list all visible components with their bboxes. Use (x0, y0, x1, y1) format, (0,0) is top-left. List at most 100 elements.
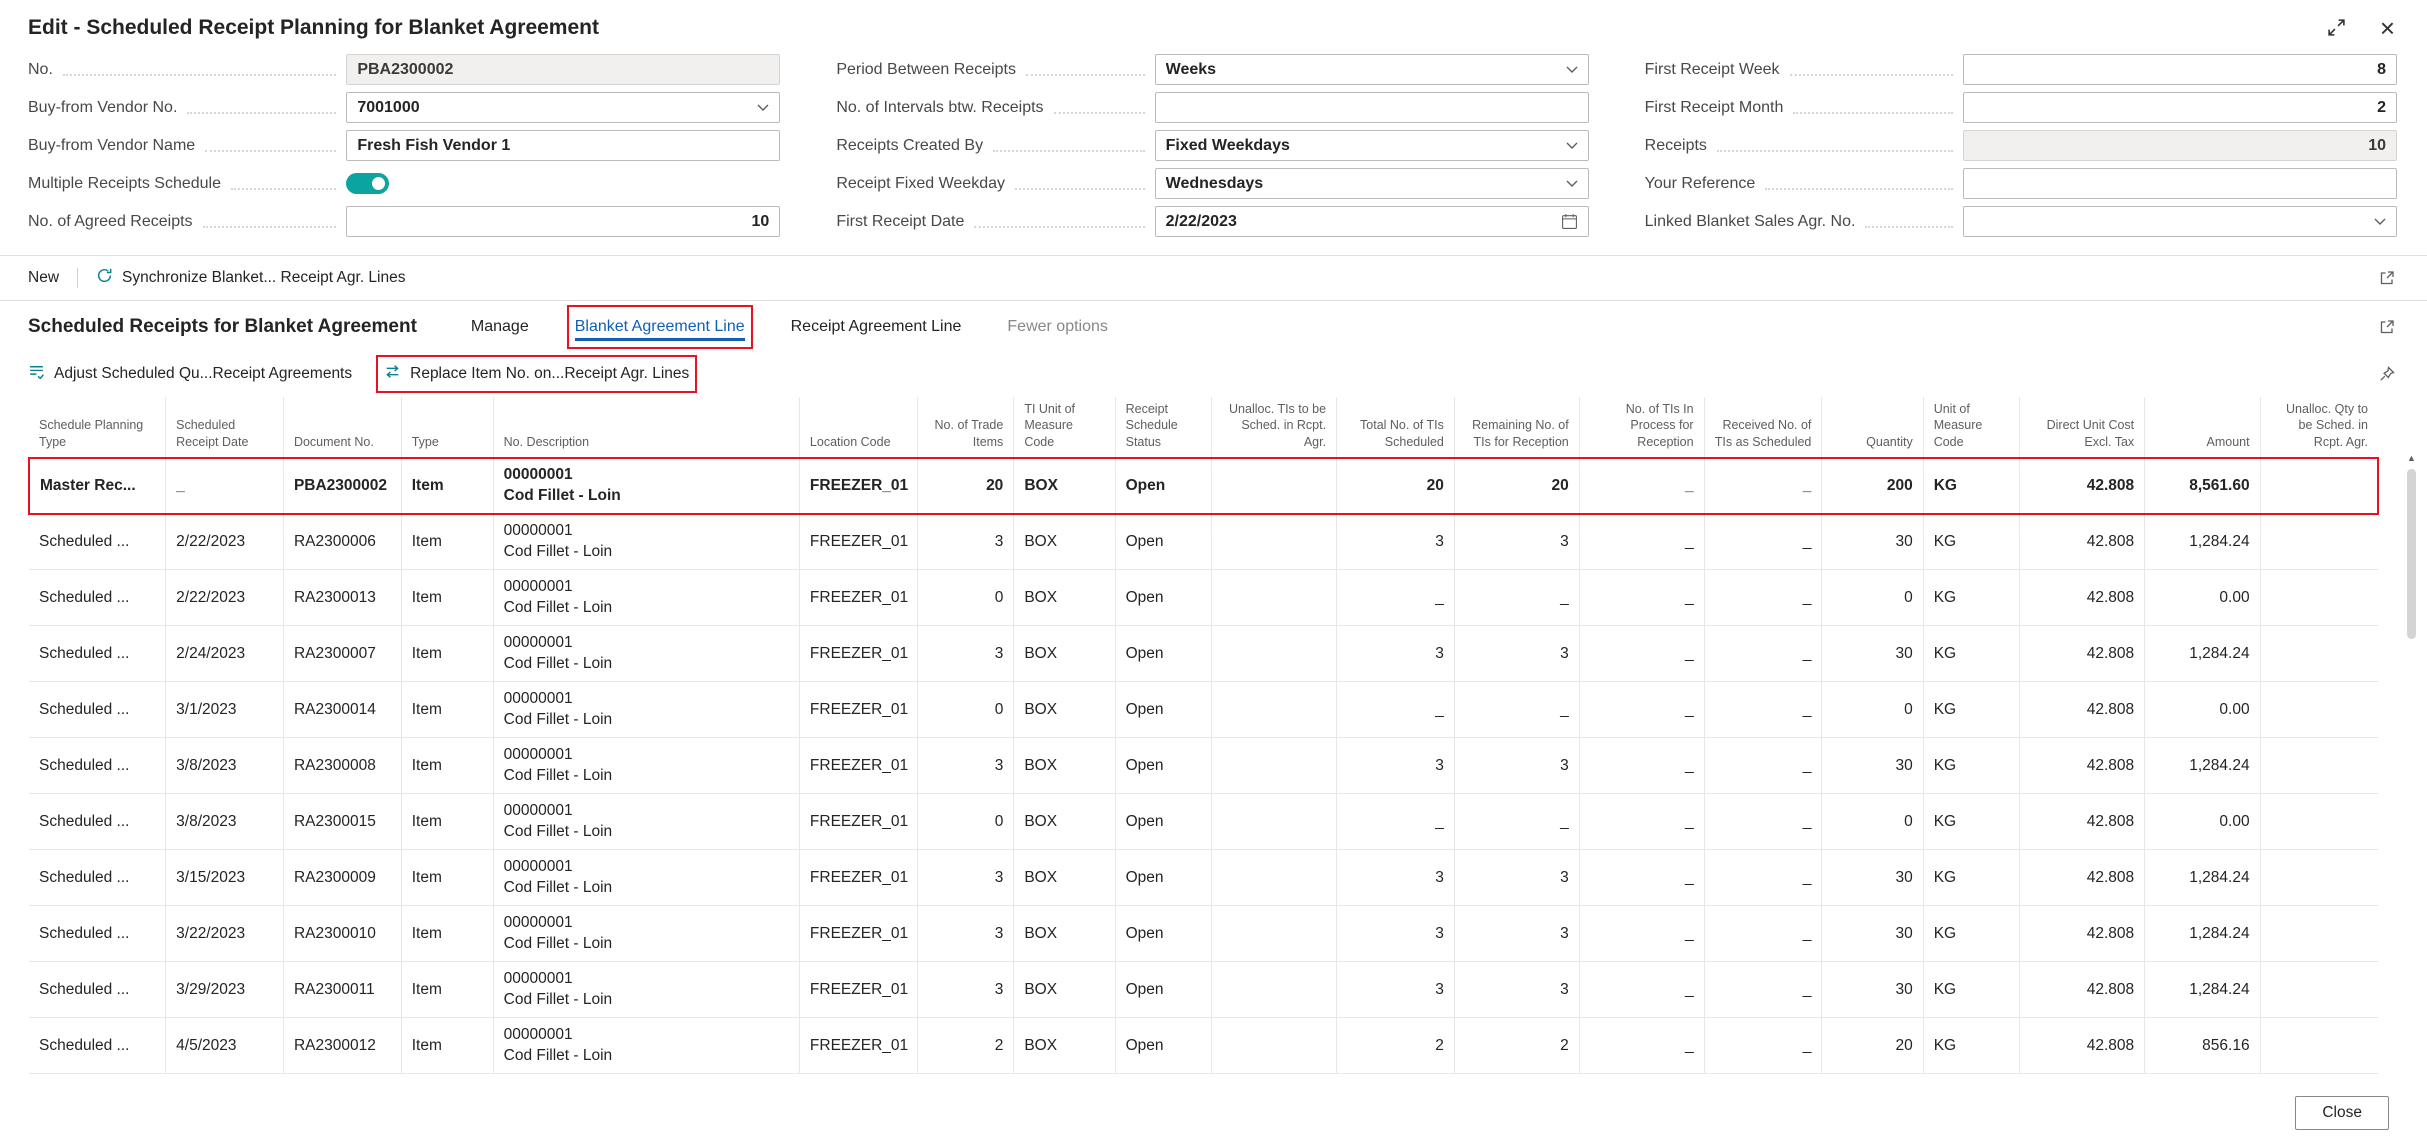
vertical-scrollbar[interactable]: ▲ (2404, 451, 2419, 1070)
table-cell[interactable]: Item (401, 1018, 493, 1074)
table-cell[interactable]: Item (401, 738, 493, 794)
table-cell[interactable]: _ (1454, 682, 1579, 738)
table-cell[interactable]: BOX (1014, 850, 1115, 906)
table-cell[interactable]: RA2300009 (283, 850, 401, 906)
first-receipt-week-input[interactable]: 8 (1963, 54, 2397, 85)
table-cell[interactable]: BOX (1014, 570, 1115, 626)
table-cell[interactable]: 00000001Cod Fillet - Loin (493, 514, 799, 570)
table-cell[interactable]: Scheduled ... (29, 738, 166, 794)
table-cell[interactable] (2260, 794, 2378, 850)
column-header[interactable]: Total No. of TIs Scheduled (1337, 397, 1455, 458)
period-between-receipts-combobox[interactable]: Weeks (1155, 54, 1589, 85)
table-cell[interactable]: _ (1704, 626, 1822, 682)
table-cell[interactable]: Item (401, 514, 493, 570)
table-cell[interactable]: 30 (1822, 626, 1923, 682)
table-cell[interactable]: FREEZER_01 (799, 458, 917, 514)
table-cell[interactable] (1212, 570, 1337, 626)
column-header[interactable]: Receipt Schedule Status (1115, 397, 1212, 458)
table-cell[interactable]: 1,284.24 (2145, 850, 2260, 906)
table-cell[interactable]: 3 (917, 738, 1014, 794)
table-cell[interactable]: _ (1704, 682, 1822, 738)
table-cell[interactable]: Open (1115, 850, 1212, 906)
table-cell[interactable]: 20 (1822, 1018, 1923, 1074)
table-cell[interactable]: 2 (1337, 1018, 1455, 1074)
table-cell[interactable]: _ (1337, 570, 1455, 626)
table-cell[interactable] (2260, 682, 2378, 738)
table-cell[interactable]: _ (1579, 626, 1704, 682)
table-cell[interactable]: KG (1923, 738, 2020, 794)
new-button[interactable]: New (28, 269, 59, 287)
table-cell[interactable]: 3/22/2023 (166, 906, 284, 962)
table-cell[interactable]: 20 (1337, 458, 1455, 514)
column-header[interactable]: Document No. (283, 397, 401, 458)
table-cell[interactable]: 00000001Cod Fillet - Loin (493, 850, 799, 906)
first-receipt-month-input[interactable]: 2 (1963, 92, 2397, 123)
table-cell[interactable]: 3 (917, 906, 1014, 962)
table-cell[interactable]: Open (1115, 458, 1212, 514)
table-cell[interactable]: FREEZER_01 (799, 962, 917, 1018)
table-cell[interactable]: _ (1704, 1018, 1822, 1074)
table-cell[interactable]: Open (1115, 1018, 1212, 1074)
table-cell[interactable]: Master Rec... (29, 458, 166, 514)
table-cell[interactable]: 00000001Cod Fillet - Loin (493, 626, 799, 682)
table-row[interactable]: Scheduled ...3/15/2023RA2300009Item00000… (29, 850, 2378, 906)
table-cell[interactable]: 42.808 (2020, 1018, 2145, 1074)
table-cell[interactable]: 42.808 (2020, 738, 2145, 794)
table-cell[interactable]: 42.808 (2020, 682, 2145, 738)
table-cell[interactable]: 00000001Cod Fillet - Loin (493, 458, 799, 514)
column-header[interactable]: Remaining No. of TIs for Reception (1454, 397, 1579, 458)
table-cell[interactable]: 42.808 (2020, 570, 2145, 626)
table-cell[interactable]: BOX (1014, 458, 1115, 514)
table-row[interactable]: Scheduled ...4/5/2023RA2300012Item000000… (29, 1018, 2378, 1074)
table-cell[interactable]: RA2300008 (283, 738, 401, 794)
table-cell[interactable]: Item (401, 794, 493, 850)
table-cell[interactable]: 0 (917, 570, 1014, 626)
table-cell[interactable]: 3 (1337, 962, 1455, 1018)
table-cell[interactable]: Scheduled ... (29, 850, 166, 906)
table-cell[interactable] (1212, 458, 1337, 514)
table-cell[interactable]: FREEZER_01 (799, 626, 917, 682)
chevron-down-icon[interactable] (757, 104, 769, 111)
table-cell[interactable] (1212, 1018, 1337, 1074)
table-cell[interactable]: BOX (1014, 738, 1115, 794)
chevron-down-icon[interactable] (1566, 142, 1578, 149)
table-cell[interactable]: KG (1923, 906, 2020, 962)
table-cell[interactable] (2260, 906, 2378, 962)
table-cell[interactable]: Item (401, 682, 493, 738)
table-cell[interactable]: FREEZER_01 (799, 570, 917, 626)
linked-blanket-sales-agr-combobox[interactable] (1963, 206, 2397, 237)
table-cell[interactable]: 3 (1337, 906, 1455, 962)
table-cell[interactable] (2260, 1018, 2378, 1074)
table-cell[interactable]: _ (1579, 738, 1704, 794)
table-row[interactable]: Scheduled ...3/8/2023RA2300015Item000000… (29, 794, 2378, 850)
table-cell[interactable]: 3 (917, 962, 1014, 1018)
table-cell[interactable]: Open (1115, 962, 1212, 1018)
table-cell[interactable]: KG (1923, 514, 2020, 570)
table-cell[interactable]: 3 (1337, 738, 1455, 794)
synchronize-button[interactable]: Synchronize Blanket... Receipt Agr. Line… (96, 267, 405, 289)
table-row[interactable]: Master Rec..._PBA2300002Item00000001Cod … (29, 458, 2378, 514)
table-cell[interactable]: Open (1115, 682, 1212, 738)
table-cell[interactable]: Open (1115, 514, 1212, 570)
column-header[interactable]: TI Unit of Measure Code (1014, 397, 1115, 458)
table-cell[interactable] (2260, 962, 2378, 1018)
table-cell[interactable]: 2/22/2023 (166, 570, 284, 626)
buy-from-vendor-name-input[interactable]: Fresh Fish Vendor 1 (346, 130, 780, 161)
table-cell[interactable]: 200 (1822, 458, 1923, 514)
table-cell[interactable]: 0 (917, 794, 1014, 850)
receipt-fixed-weekday-combobox[interactable]: Wednesdays (1155, 168, 1589, 199)
table-row[interactable]: Scheduled ...3/1/2023RA2300014Item000000… (29, 682, 2378, 738)
table-cell[interactable]: 42.808 (2020, 626, 2145, 682)
table-cell[interactable]: 0 (1822, 682, 1923, 738)
table-cell[interactable]: KG (1923, 1018, 2020, 1074)
table-cell[interactable]: KG (1923, 458, 2020, 514)
table-cell[interactable]: Open (1115, 794, 1212, 850)
table-cell[interactable] (1212, 906, 1337, 962)
table-cell[interactable]: 42.808 (2020, 458, 2145, 514)
table-cell[interactable]: 2 (917, 1018, 1014, 1074)
table-cell[interactable]: 00000001Cod Fillet - Loin (493, 1018, 799, 1074)
table-cell[interactable]: KG (1923, 570, 2020, 626)
buy-from-vendor-no-combobox[interactable]: 7001000 (346, 92, 780, 123)
column-header[interactable]: Unalloc. Qty to be Sched. in Rcpt. Agr. (2260, 397, 2378, 458)
table-cell[interactable]: 0 (1822, 570, 1923, 626)
